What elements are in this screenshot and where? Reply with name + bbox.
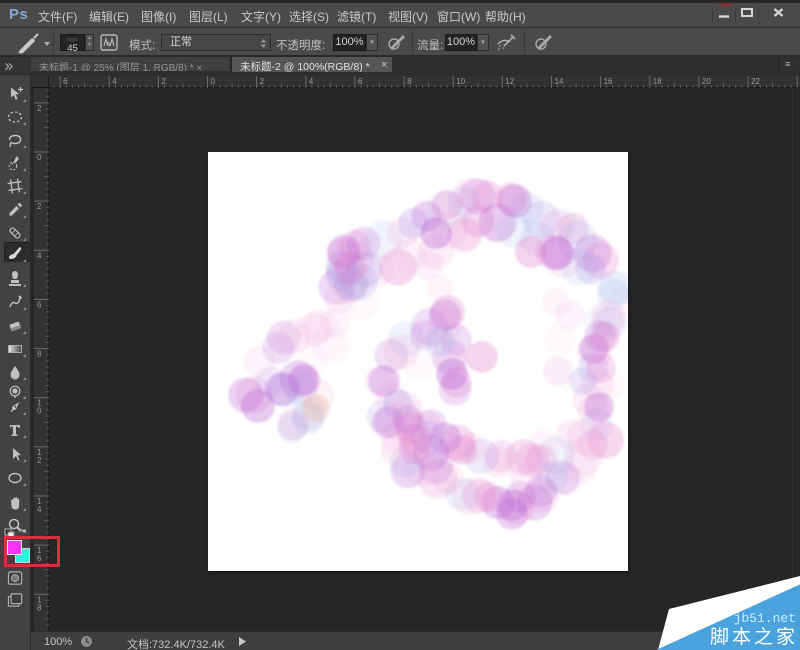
svg-text:jb51.net: jb51.net <box>734 611 796 626</box>
svg-text:4: 4 <box>112 77 117 86</box>
svg-text:14: 14 <box>555 77 564 86</box>
svg-text:2: 2 <box>260 77 265 86</box>
svg-text:20: 20 <box>702 77 711 86</box>
svg-text:8: 8 <box>37 603 42 612</box>
svg-text:6: 6 <box>358 77 363 86</box>
svg-text:2: 2 <box>37 202 42 211</box>
svg-text:22: 22 <box>751 77 760 86</box>
svg-text:4: 4 <box>309 77 314 86</box>
svg-text:脚本之家: 脚本之家 <box>710 626 798 648</box>
svg-text:8: 8 <box>407 77 412 86</box>
svg-text:10: 10 <box>456 77 465 86</box>
svg-text:4: 4 <box>37 251 42 260</box>
svg-text:4: 4 <box>37 505 42 514</box>
svg-text:0: 0 <box>37 153 42 162</box>
svg-text:6: 6 <box>37 300 42 309</box>
svg-text:0: 0 <box>37 407 42 416</box>
svg-text:2: 2 <box>37 456 42 465</box>
svg-text:6: 6 <box>63 77 68 86</box>
svg-text:8: 8 <box>37 350 42 359</box>
svg-text:0: 0 <box>211 77 216 86</box>
svg-text:16: 16 <box>604 77 613 86</box>
svg-text:12: 12 <box>505 77 514 86</box>
svg-text:18: 18 <box>653 77 662 86</box>
svg-text:2: 2 <box>161 77 166 86</box>
svg-text:2: 2 <box>37 104 42 113</box>
